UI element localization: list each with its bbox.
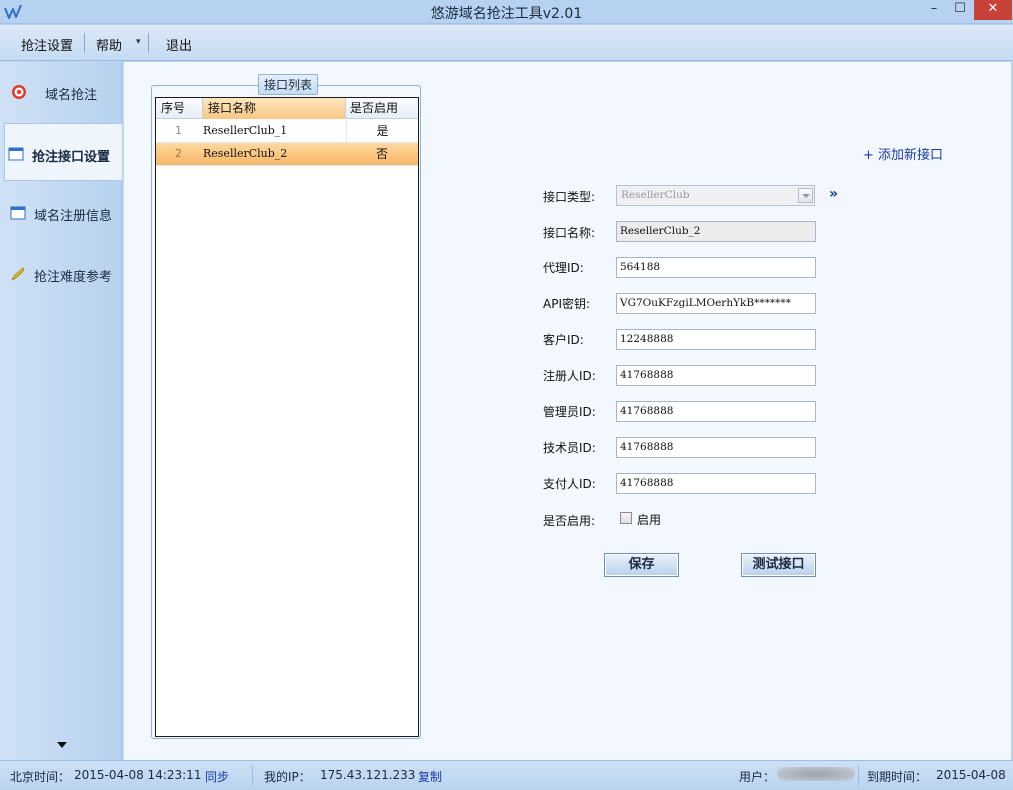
enabled-label: 是否启用:: [543, 514, 596, 528]
user-name-blurred: [777, 767, 855, 781]
beijing-time: 2015-04-08 14:23:11: [74, 768, 202, 782]
left-nav: 域名抢注 抢注接口设置 域名注册信息 抢注难度参考: [0, 62, 122, 760]
chevron-down-icon[interactable]: [798, 188, 813, 203]
column-header-no[interactable]: 序号: [156, 98, 203, 119]
menu-separator: [148, 33, 149, 53]
menu-exit[interactable]: 退出: [166, 35, 192, 54]
expire-label: 到期时间：: [867, 770, 928, 784]
pen-icon: [11, 267, 25, 281]
expand-icon[interactable]: »: [829, 186, 838, 202]
nav-item-difficulty-reference[interactable]: 抢注难度参考: [4, 244, 122, 302]
expire-date: 2015-04-08: [936, 768, 1006, 782]
billing-id-field[interactable]: 41768888: [616, 473, 816, 494]
title-bar: 悠游域名抢注工具v2.01 – ☐ ✕: [0, 0, 1013, 24]
maximize-button[interactable]: ☐: [947, 0, 973, 20]
nav-item-registration-info[interactable]: 域名注册信息: [4, 183, 122, 241]
name-label: 接口名称:: [543, 226, 596, 240]
type-value: ResellerClub: [621, 189, 690, 201]
nav-label: 域名抢注: [45, 88, 98, 103]
admin-id-field[interactable]: 41768888: [616, 401, 816, 422]
enabled-checkbox-label[interactable]: 启用: [637, 511, 661, 528]
nav-scroll-down-icon[interactable]: [57, 742, 67, 748]
user-label: 用户：: [739, 770, 776, 784]
minimize-button[interactable]: –: [921, 0, 947, 20]
row-name: ResellerClub_1: [203, 124, 288, 137]
table-row-selected[interactable]: 2 ResellerClub_2 否: [156, 143, 418, 166]
row-number: 2: [175, 147, 182, 160]
type-label: 接口类型:: [543, 190, 596, 204]
nav-label: 域名注册信息: [34, 209, 113, 224]
test-interface-button[interactable]: 测试接口: [741, 553, 816, 577]
tech-id-field[interactable]: 41768888: [616, 437, 816, 458]
menu-help[interactable]: 帮助: [96, 35, 122, 54]
enabled-checkbox[interactable]: [620, 512, 632, 524]
status-bar: 北京时间： 2015-04-08 14:23:11 同步 我的IP： 175.4…: [0, 760, 1013, 790]
copy-link[interactable]: 复制: [418, 768, 442, 785]
window-title: 悠游域名抢注工具v2.01: [430, 6, 583, 22]
tech-id-label: 技术员ID:: [543, 441, 596, 455]
ip-label: 我的IP：: [264, 770, 311, 784]
help-dropdown-icon[interactable]: ▾: [136, 37, 141, 47]
api-key-field[interactable]: VG7OuKFzgiLMOerhYkB*******: [616, 293, 816, 314]
window-icon: [10, 206, 26, 220]
agent-id-label: 代理ID:: [543, 261, 584, 275]
nav-item-interface-settings[interactable]: 抢注接口设置: [4, 123, 122, 181]
table-row[interactable]: 1 ResellerClub_1 是: [156, 120, 418, 143]
row-number: 1: [175, 124, 182, 137]
api-key-label: API密钥:: [543, 297, 591, 311]
nav-label: 抢注难度参考: [34, 270, 113, 285]
interface-list-group: 接口列表 序号 接口名称 是否启用 1 ResellerClub_1 是 2 R…: [151, 74, 421, 739]
column-header-enabled[interactable]: 是否启用: [346, 98, 418, 119]
customer-id-field[interactable]: 12248888: [616, 329, 816, 350]
add-interface-link[interactable]: + 添加新接口: [863, 144, 943, 163]
status-separator: [858, 765, 859, 785]
grid-header: 序号 接口名称 是否启用: [156, 98, 418, 119]
target-icon: [12, 85, 26, 99]
interface-name-field[interactable]: ResellerClub_2: [616, 221, 816, 242]
row-enabled: 是: [346, 120, 418, 143]
menu-separator: [84, 33, 85, 53]
interface-grid[interactable]: 序号 接口名称 是否启用 1 ResellerClub_1 是 2 Resell…: [155, 97, 419, 737]
customer-id-label: 客户ID:: [543, 333, 584, 347]
row-name: ResellerClub_2: [203, 147, 288, 160]
window-icon: [8, 147, 24, 161]
save-button[interactable]: 保存: [604, 553, 679, 577]
nav-label: 抢注接口设置: [32, 150, 111, 165]
ip-address: 175.43.121.233: [320, 768, 416, 782]
column-header-name[interactable]: 接口名称: [203, 98, 346, 119]
menu-bar: 抢注设置 帮助 ▾ 退出: [0, 25, 1013, 61]
menu-settings[interactable]: 抢注设置: [21, 35, 73, 54]
row-enabled: 否: [375, 147, 388, 161]
close-button[interactable]: ✕: [974, 0, 1012, 20]
admin-id-label: 管理员ID:: [543, 405, 596, 419]
status-separator: [252, 765, 253, 785]
agent-id-field[interactable]: 564188: [616, 257, 816, 278]
registrant-id-label: 注册人ID:: [543, 369, 596, 383]
nav-item-snap[interactable]: 域名抢注: [4, 62, 122, 120]
registrant-id-field[interactable]: 41768888: [616, 365, 816, 386]
main-panel: 接口列表 序号 接口名称 是否启用 1 ResellerClub_1 是 2 R…: [123, 62, 1011, 760]
beijing-time-label: 北京时间：: [10, 770, 71, 784]
sync-link[interactable]: 同步: [205, 768, 229, 785]
billing-id-label: 支付人ID:: [543, 477, 596, 491]
interface-type-select[interactable]: ResellerClub: [616, 185, 815, 206]
group-title: 接口列表: [258, 74, 319, 95]
